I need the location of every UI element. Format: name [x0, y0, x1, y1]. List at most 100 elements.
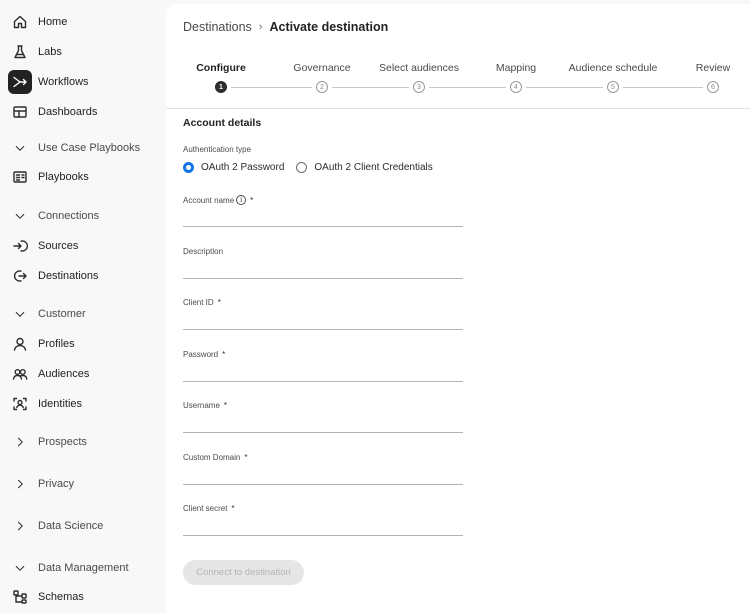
field-label: Description [183, 247, 463, 256]
sidebar-item-home[interactable]: Home [8, 9, 160, 35]
sidebar-item-label: Home [38, 16, 68, 28]
sidebar-item-label: Privacy [38, 478, 75, 490]
field-label-text: Username [183, 401, 220, 410]
step-label-review[interactable]: Review [696, 62, 730, 74]
custom-domain-input[interactable] [183, 467, 463, 485]
required-asterisk-icon: * [222, 350, 226, 359]
sidebar-item-sources[interactable]: Sources [8, 233, 160, 259]
required-asterisk-icon: * [231, 504, 235, 513]
workflow-icon [8, 70, 32, 94]
sidebar-item-data-science[interactable]: Data Science [8, 513, 160, 539]
audiences-icon [8, 362, 32, 386]
radio-circle[interactable] [183, 162, 194, 173]
required-asterisk-icon: * [223, 401, 228, 410]
sidebar-item-data-management[interactable]: Data Management [8, 555, 160, 581]
sidebar-item-label: Connections [38, 210, 100, 222]
sidebar-item-connections[interactable]: Connections [8, 203, 160, 229]
step-label-select-audiences[interactable]: Select audiences [379, 62, 459, 74]
sidebar-item-privacy[interactable]: Privacy [8, 471, 160, 497]
radio-label: OAuth 2 Client Credentials [314, 162, 433, 173]
page-title: Activate destination [269, 20, 389, 34]
field-label-text: Description [183, 247, 224, 256]
sidebar-item-label: Playbooks [38, 171, 89, 183]
sidebar-item-label: Profiles [38, 338, 75, 350]
step-indicator: 5 [607, 81, 619, 93]
auth-type-label: Authentication type [183, 145, 252, 154]
home-icon [8, 10, 32, 34]
field-label: Custom Domain * [183, 453, 463, 462]
sources-icon [8, 234, 32, 258]
connect-to-destination-button[interactable]: Connect to destination [183, 560, 304, 585]
required-asterisk-icon: * [217, 298, 221, 307]
sidebar-item-labs[interactable]: Labs [8, 39, 160, 65]
sidebar-item-use-case-playbooks[interactable]: Use Case Playbooks [8, 135, 160, 161]
step-indicator: 3 [413, 81, 425, 93]
required-asterisk-icon: * [250, 195, 254, 205]
sidebar-item-prospects[interactable]: Prospects [8, 429, 160, 455]
chevron-right-icon [8, 472, 32, 496]
sidebar-item-profiles[interactable]: Profiles [8, 331, 160, 357]
sidebar-item-audiences[interactable]: Audiences [8, 361, 160, 387]
sidebar-item-schemas[interactable]: Schemas [8, 584, 160, 610]
info-icon[interactable]: i [236, 195, 247, 205]
sidebar-item-playbooks[interactable]: Playbooks [8, 164, 160, 190]
step-connector [429, 87, 506, 88]
client-id-input[interactable] [183, 312, 463, 330]
sidebar-item-label: Audiences [38, 368, 90, 380]
sidebar-item-label: Dashboards [38, 106, 98, 118]
sidebar: Home Labs Workflows Dashboards Use Case Play… [0, 0, 166, 613]
sidebar-item-label: Data Management [38, 562, 129, 574]
section-title: Account details [183, 117, 262, 129]
chevron-down-icon [8, 136, 32, 160]
chevron-right-icon [8, 430, 32, 454]
field-password: Password * [183, 350, 463, 386]
breadcrumb-destinations[interactable]: Destinations [183, 20, 252, 34]
radio-circle[interactable] [296, 162, 308, 173]
breadcrumb: Destinations › Activate destination [183, 20, 388, 34]
account-name-input[interactable] [183, 209, 463, 227]
description-input[interactable] [183, 261, 463, 279]
sidebar-item-label: Customer [38, 308, 86, 320]
step-label-configure[interactable]: Configure [196, 62, 246, 74]
field-label: Client secret * [183, 504, 463, 513]
sidebar-item-label: Sources [38, 240, 79, 252]
chevron-down-icon [8, 556, 32, 580]
auth-type-radio-group: OAuth 2 Password OAuth 2 Client Credentia… [183, 162, 445, 173]
field-label-text: Custom Domain [183, 453, 241, 462]
password-input[interactable] [183, 364, 463, 382]
username-input[interactable] [183, 415, 463, 433]
step-connector [231, 87, 312, 88]
stepper-divider [166, 108, 750, 109]
sidebar-item-identities[interactable]: Identities [8, 391, 160, 417]
chevron-right-icon [8, 514, 32, 538]
step-indicator: 1 [215, 81, 227, 93]
field-label: Account name i * [183, 195, 463, 205]
destinations-icon [8, 264, 32, 288]
field-label: Password * [183, 350, 463, 359]
step-label-governance[interactable]: Governance [293, 62, 350, 74]
flask-icon [8, 40, 32, 64]
sidebar-item-workflows[interactable]: Workflows [8, 69, 160, 95]
auth-radio-oauth-2-password[interactable]: OAuth 2 Password [183, 162, 284, 173]
main-panel: Destinations › Activate destination Conf… [166, 4, 750, 613]
step-label-mapping[interactable]: Mapping [496, 62, 536, 74]
field-label-text: Password [183, 350, 219, 359]
step-connector [526, 87, 603, 88]
field-custom-domain: Custom Domain * [183, 453, 463, 489]
sidebar-item-label: Destinations [38, 270, 99, 282]
sidebar-item-customer[interactable]: Customer [8, 301, 160, 327]
sidebar-item-destinations[interactable]: Destinations [8, 263, 160, 289]
field-label-text: Account name [183, 195, 235, 205]
client-secret-input[interactable] [183, 518, 463, 536]
sidebar-item-dashboards[interactable]: Dashboards [8, 99, 160, 125]
field-client-id: Client ID * [183, 298, 463, 334]
auth-radio-oauth-2-client-credentials[interactable]: OAuth 2 Client Credentials [296, 162, 433, 173]
field-label: Client ID * [183, 298, 463, 307]
step-label-audience-schedule[interactable]: Audience schedule [569, 62, 658, 74]
dashboard-icon [8, 100, 32, 124]
sidebar-item-label: Prospects [38, 436, 87, 448]
required-asterisk-icon: * [244, 453, 248, 462]
breadcrumb-separator-icon: › [258, 21, 263, 33]
field-username: Username * [183, 401, 463, 437]
sidebar-item-label: Data Science [38, 520, 104, 532]
